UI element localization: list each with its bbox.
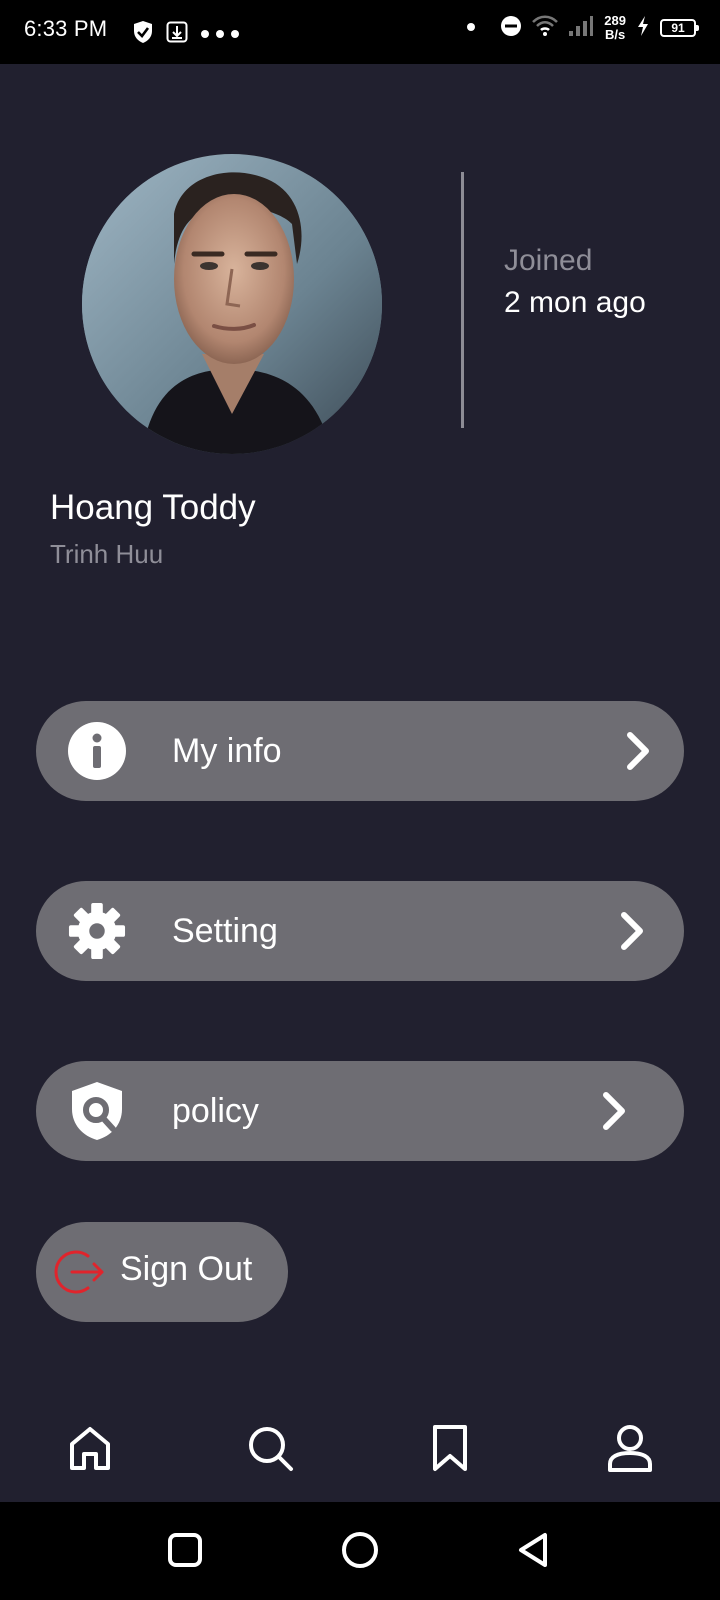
profile-icon — [608, 1425, 652, 1472]
avatar — [82, 154, 382, 454]
recents-icon — [168, 1533, 202, 1567]
net-speed: 289 B/s — [604, 14, 626, 42]
policy-button[interactable]: policy — [36, 1061, 684, 1161]
dot-icon — [466, 19, 476, 37]
search-icon — [249, 1427, 293, 1471]
status-left-icons — [132, 20, 240, 49]
net-speed-value: 289 — [604, 13, 626, 28]
charging-icon — [636, 15, 650, 42]
nav-profile[interactable] — [600, 1418, 660, 1478]
my-info-label: My info — [172, 731, 282, 770]
status-time: 6:33 PM — [24, 16, 108, 41]
shield-icon — [132, 20, 154, 49]
sign-out-icon — [54, 1250, 104, 1294]
more-dots-icon — [200, 26, 240, 44]
policy-label: policy — [172, 1091, 259, 1130]
status-bar: 6:33 PM 289 B/s 91 — [0, 0, 720, 64]
setting-button[interactable]: Setting — [36, 881, 684, 981]
nav-bookmark[interactable] — [420, 1418, 480, 1478]
chevron-right-icon — [603, 1092, 625, 1130]
chevron-right-icon — [627, 732, 649, 770]
my-info-button[interactable]: My info — [36, 701, 684, 801]
gear-icon — [68, 902, 126, 960]
sign-out-label: Sign Out — [120, 1250, 253, 1288]
sign-out-button[interactable]: Sign Out — [36, 1222, 288, 1322]
back-button[interactable] — [512, 1528, 556, 1572]
profile-name: Hoang Toddy — [50, 488, 256, 527]
nav-home[interactable] — [60, 1418, 120, 1478]
system-home-button[interactable] — [338, 1528, 382, 1572]
battery-indicator: 91 — [660, 19, 699, 37]
recents-button[interactable] — [163, 1528, 207, 1572]
bookmark-icon — [433, 1425, 467, 1471]
info-icon — [68, 722, 126, 780]
shield-search-icon — [68, 1082, 126, 1140]
bottom-nav — [0, 1418, 720, 1502]
signal-icon — [568, 15, 594, 42]
profile-screen: Joined 2 mon ago Hoang Toddy Trinh Huu M… — [0, 64, 720, 1502]
do-not-disturb-icon — [500, 15, 522, 42]
joined-label: Joined — [504, 244, 593, 277]
wifi-icon — [532, 15, 559, 42]
system-nav-bar — [0, 1502, 720, 1600]
usb-download-icon — [166, 21, 188, 48]
setting-label: Setting — [172, 911, 278, 950]
profile-subname: Trinh Huu — [50, 539, 164, 569]
net-speed-unit: B/s — [605, 27, 626, 42]
vertical-divider — [461, 172, 464, 428]
home-circle-icon — [342, 1532, 378, 1568]
back-icon — [519, 1533, 547, 1567]
home-icon — [70, 1427, 110, 1470]
chevron-right-icon — [621, 912, 643, 950]
joined-value: 2 mon ago — [504, 286, 646, 319]
nav-search[interactable] — [240, 1418, 300, 1478]
status-right-icons: 289 B/s 91 — [466, 14, 699, 42]
